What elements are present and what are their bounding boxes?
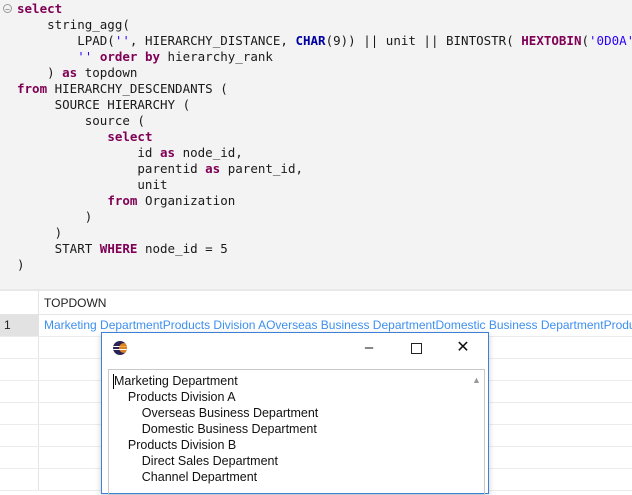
sql-string: '0D0A' xyxy=(589,33,632,48)
column-header-topdown[interactable]: TOPDOWN xyxy=(44,296,106,310)
scroll-up-icon[interactable]: ▲ xyxy=(472,375,481,385)
sql-text: ) xyxy=(17,225,63,240)
code-line[interactable]: id as node_id, xyxy=(17,145,632,161)
code-line[interactable]: from HIERARCHY_DESCENDANTS ( xyxy=(17,81,632,97)
sql-editor[interactable]: − select string_agg( LPAD('', HIERARCHY_… xyxy=(0,0,632,289)
sql-string: '' xyxy=(114,33,130,48)
code-line[interactable]: ) xyxy=(17,209,632,225)
row-number-empty xyxy=(0,403,39,424)
row-number-empty xyxy=(0,447,39,468)
row-number-label: 1 xyxy=(4,318,11,332)
sql-text: ) xyxy=(17,257,25,272)
sql-text: string_agg( xyxy=(17,17,130,32)
sql-text: topdown xyxy=(77,65,138,80)
maximize-button[interactable] xyxy=(401,337,433,359)
sql-text: node_id, xyxy=(175,145,243,160)
hierarchy-text[interactable]: Marketing Department Products Division A… xyxy=(114,373,318,485)
sql-text: Organization xyxy=(137,193,236,208)
sql-text: node_id = 5 xyxy=(137,241,228,256)
sql-keyword: as xyxy=(160,145,176,160)
dialog-titlebar[interactable]: – ✕ xyxy=(102,333,488,363)
sql-keyword: WHERE xyxy=(99,241,138,256)
sql-keyword: from xyxy=(17,81,48,96)
sql-text: ( xyxy=(581,33,590,48)
maximize-icon xyxy=(411,343,422,354)
row-number-empty xyxy=(0,381,39,402)
code-line[interactable]: string_agg( xyxy=(17,17,632,33)
fold-toggle-icon[interactable]: − xyxy=(3,4,12,14)
value-textarea[interactable]: Marketing Department Products Division A… xyxy=(108,369,485,495)
eclipse-icon xyxy=(113,341,127,355)
code-line[interactable]: parentid as parent_id, xyxy=(17,161,632,177)
sql-text: START xyxy=(17,241,100,256)
minimize-button[interactable]: – xyxy=(353,337,385,359)
code-line[interactable]: ) xyxy=(17,225,632,241)
row-number-empty xyxy=(0,337,39,358)
grid-header: TOPDOWN xyxy=(0,291,632,315)
code-line[interactable]: SOURCE HIERARCHY ( xyxy=(17,97,632,113)
sql-keyword: select xyxy=(107,129,153,144)
row-header-corner[interactable] xyxy=(0,291,39,314)
row-number[interactable]: 1 xyxy=(0,315,39,336)
code-line[interactable]: LPAD('', HIERARCHY_DISTANCE, CHAR(9)) ||… xyxy=(17,33,632,49)
code-line[interactable]: '' order by hierarchy_rank xyxy=(17,49,632,65)
value-viewer-dialog: – ✕ Marketing Department Products Divisi… xyxy=(101,332,489,495)
sql-text: , HIERARCHY_DISTANCE, xyxy=(129,33,296,48)
sql-text: (9)) || unit || BINTOSTR( xyxy=(325,33,522,48)
sql-text: HIERARCHY_DESCENDANTS ( xyxy=(47,81,228,96)
sql-text: ) xyxy=(17,209,93,224)
code-line[interactable]: from Organization xyxy=(17,193,632,209)
sql-code[interactable]: select string_agg( LPAD('', HIERARCHY_DI… xyxy=(17,1,632,273)
sql-text: unit xyxy=(17,177,168,192)
code-line[interactable]: unit xyxy=(17,177,632,193)
code-line[interactable]: select xyxy=(17,1,632,17)
sql-text: source ( xyxy=(17,113,145,128)
sql-keyword: from xyxy=(107,193,138,208)
code-line[interactable]: ) xyxy=(17,257,632,273)
sql-string: '' xyxy=(77,49,93,64)
sql-keyword: select xyxy=(17,1,63,16)
row-number-empty xyxy=(0,425,39,446)
sql-function: HEXTOBIN xyxy=(521,33,582,48)
sql-text: SOURCE HIERARCHY ( xyxy=(17,97,191,112)
code-line[interactable]: select xyxy=(17,129,632,145)
row-number-empty xyxy=(0,359,39,380)
sql-text: LPAD( xyxy=(17,33,115,48)
sql-keyword: as xyxy=(205,161,221,176)
sql-keyword: as xyxy=(62,65,78,80)
sql-keyword: order by xyxy=(99,49,161,64)
code-line[interactable]: source ( xyxy=(17,113,632,129)
vertical-scrollbar[interactable]: ▲ xyxy=(469,371,483,493)
editor-gutter: − xyxy=(0,0,14,289)
sql-text: id xyxy=(17,145,160,160)
code-line[interactable]: ) as topdown xyxy=(17,65,632,81)
sql-text: parent_id, xyxy=(220,161,304,176)
sql-text: parentid xyxy=(17,161,206,176)
sql-text: hierarchy_rank xyxy=(160,49,273,64)
sql-text: ) xyxy=(17,65,63,80)
topdown-cell[interactable]: Marketing DepartmentProducts Division AO… xyxy=(44,318,632,332)
code-line[interactable]: START WHERE node_id = 5 xyxy=(17,241,632,257)
sql-function: CHAR xyxy=(295,33,326,48)
close-button[interactable]: ✕ xyxy=(447,337,479,359)
